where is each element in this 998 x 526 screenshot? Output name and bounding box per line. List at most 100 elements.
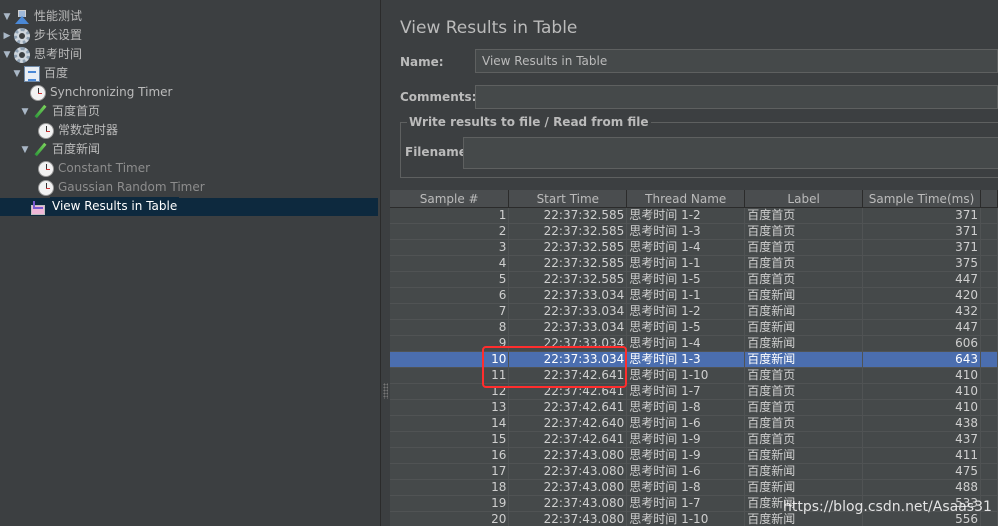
table-row[interactable]: 9 22:37:33.034 思考时间 1-4 百度新闻 606 <box>390 335 998 352</box>
start-time-cell: 22:37:33.034 <box>508 287 628 304</box>
table-row[interactable]: 16 22:37:43.080 思考时间 1-9 百度新闻 411 <box>390 447 998 464</box>
start-time-cell: 22:37:32.585 <box>508 207 628 224</box>
row-filler <box>980 399 998 416</box>
comments-label: Comments: <box>400 90 477 104</box>
timer-icon <box>38 179 54 196</box>
name-input[interactable] <box>475 49 998 73</box>
start-time-cell: 22:37:33.034 <box>508 351 628 368</box>
tree-item-view-results-table[interactable]: View Results in Table <box>30 197 180 216</box>
sample-cell: 10 <box>390 351 510 368</box>
tree-item-baidu-news[interactable]: ▼ 百度新闻 <box>20 140 100 159</box>
gear-icon <box>14 46 30 63</box>
tree-item-step-settings[interactable]: ▶ 步长设置 <box>2 26 82 45</box>
thread-name-cell: 思考时间 1-5 <box>626 271 746 288</box>
tree-item-sync-timer[interactable]: Synchronizing Timer <box>30 83 172 102</box>
label-cell: 百度新闻 <box>744 335 864 352</box>
sample-cell: 2 <box>390 223 510 240</box>
pipette-icon <box>32 104 48 120</box>
column-header-sample-time[interactable]: Sample Time(ms) <box>862 190 981 208</box>
pipette-icon <box>32 142 48 158</box>
label-cell: 百度新闻 <box>744 287 864 304</box>
start-time-cell: 22:37:42.641 <box>508 431 628 448</box>
row-filler <box>980 463 998 480</box>
start-time-cell: 22:37:32.585 <box>508 271 628 288</box>
flask-icon <box>14 9 30 25</box>
gear-icon <box>14 27 30 44</box>
column-header-start-time[interactable]: Start Time <box>508 190 628 208</box>
row-filler <box>980 287 998 304</box>
row-filler <box>980 335 998 352</box>
label-cell: 百度新闻 <box>744 303 864 320</box>
expand-arrow-icon[interactable]: ▼ <box>2 11 12 23</box>
test-plan-tree: ▼ 性能测试 ▶ 步长设置 ▼ 思考时间 ▼ 百度 Synchronizing Timer ▼ 百度… <box>0 0 381 526</box>
sample-time-cell: 432 <box>862 303 981 320</box>
sample-time-cell: 643 <box>862 351 981 368</box>
table-row[interactable]: 15 22:37:42.641 思考时间 1-9 百度首页 437 <box>390 431 998 448</box>
divider-grip-icon[interactable] <box>383 383 388 399</box>
tree-item-think-time[interactable]: ▼ 思考时间 <box>2 45 82 64</box>
table-header-row: Sample # Start Time Thread Name Label Sa… <box>390 190 998 208</box>
sample-cell: 19 <box>390 495 510 512</box>
label-cell: 百度新闻 <box>744 463 864 480</box>
label-cell: 百度首页 <box>744 367 864 384</box>
tree-item-perf-test[interactable]: ▼ 性能测试 <box>2 7 82 26</box>
table-row[interactable]: 7 22:37:33.034 思考时间 1-2 百度新闻 432 <box>390 303 998 320</box>
tree-item-label: Synchronizing Timer <box>50 85 173 99</box>
row-filler <box>980 207 998 224</box>
table-row[interactable]: 10 22:37:33.034 思考时间 1-3 百度新闻 643 <box>390 351 998 368</box>
table-row[interactable]: 5 22:37:32.585 思考时间 1-5 百度首页 447 <box>390 271 998 288</box>
tree-item-gaussian-timer[interactable]: Gaussian Random Timer <box>38 178 205 197</box>
sample-time-cell: 411 <box>862 447 981 464</box>
column-header-sample[interactable]: Sample # <box>390 190 510 208</box>
tree-item-const-timer-cn[interactable]: 常数定时器 <box>38 121 118 140</box>
row-filler <box>980 447 998 464</box>
collapse-arrow-icon[interactable]: ▶ <box>2 30 12 42</box>
row-filler <box>980 223 998 240</box>
table-row[interactable]: 14 22:37:42.640 思考时间 1-6 百度首页 438 <box>390 415 998 432</box>
sample-cell: 3 <box>390 239 510 256</box>
row-filler <box>980 271 998 288</box>
table-row[interactable]: 1 22:37:32.585 思考时间 1-2 百度首页 371 <box>390 207 998 224</box>
table-row[interactable]: 12 22:37:42.641 思考时间 1-7 百度首页 410 <box>390 383 998 400</box>
table-row[interactable]: 2 22:37:32.585 思考时间 1-3 百度首页 371 <box>390 223 998 240</box>
column-header-thread-name[interactable]: Thread Name <box>626 190 746 208</box>
table-row[interactable]: 13 22:37:42.641 思考时间 1-8 百度首页 410 <box>390 399 998 416</box>
expand-arrow-icon[interactable]: ▼ <box>2 49 12 61</box>
file-section-title: Write results to file / Read from file <box>407 115 651 129</box>
table-row[interactable]: 6 22:37:33.034 思考时间 1-1 百度新闻 420 <box>390 287 998 304</box>
tree-item-label: 思考时间 <box>34 47 83 61</box>
thread-name-cell: 思考时间 1-8 <box>626 479 746 496</box>
thread-name-cell: 思考时间 1-4 <box>626 239 746 256</box>
label-cell: 百度首页 <box>744 415 864 432</box>
thread-name-cell: 思考时间 1-6 <box>626 415 746 432</box>
start-time-cell: 22:37:42.641 <box>508 367 628 384</box>
column-header-label[interactable]: Label <box>744 190 864 208</box>
filename-input[interactable] <box>463 137 998 169</box>
tree-item-baidu-home[interactable]: ▼ 百度首页 <box>20 102 100 121</box>
expand-arrow-icon[interactable]: ▼ <box>12 68 22 80</box>
table-row[interactable]: 11 22:37:42.641 思考时间 1-10 百度首页 410 <box>390 367 998 384</box>
label-cell: 百度新闻 <box>744 351 864 368</box>
file-section: Write results to file / Read from file F… <box>400 115 998 178</box>
start-time-cell: 22:37:33.034 <box>508 335 628 352</box>
expand-arrow-icon[interactable]: ▼ <box>20 144 30 156</box>
results-panel: View Results in Table Name: Comments: Wr… <box>390 0 998 526</box>
tree-item-constant-timer[interactable]: Constant Timer <box>38 159 150 178</box>
table-row[interactable]: 17 22:37:43.080 思考时间 1-6 百度新闻 475 <box>390 463 998 480</box>
table-row[interactable]: 3 22:37:32.585 思考时间 1-4 百度首页 371 <box>390 239 998 256</box>
start-time-cell: 22:37:33.034 <box>508 303 628 320</box>
label-cell: 百度首页 <box>744 271 864 288</box>
thread-name-cell: 思考时间 1-10 <box>626 511 746 526</box>
start-time-cell: 22:37:43.080 <box>508 463 628 480</box>
sample-time-cell: 447 <box>862 319 981 336</box>
expand-arrow-icon[interactable]: ▼ <box>20 106 30 118</box>
comments-input[interactable] <box>475 85 998 109</box>
results-table: Sample # Start Time Thread Name Label Sa… <box>390 190 998 526</box>
sample-cell: 16 <box>390 447 510 464</box>
table-row[interactable]: 18 22:37:43.080 思考时间 1-8 百度新闻 488 <box>390 479 998 496</box>
tree-item-baidu[interactable]: ▼ 百度 <box>12 64 68 83</box>
sample-time-cell: 371 <box>862 223 981 240</box>
table-row[interactable]: 4 22:37:32.585 思考时间 1-1 百度首页 375 <box>390 255 998 272</box>
timer-icon <box>38 160 54 177</box>
table-row[interactable]: 8 22:37:33.034 思考时间 1-5 百度新闻 447 <box>390 319 998 336</box>
